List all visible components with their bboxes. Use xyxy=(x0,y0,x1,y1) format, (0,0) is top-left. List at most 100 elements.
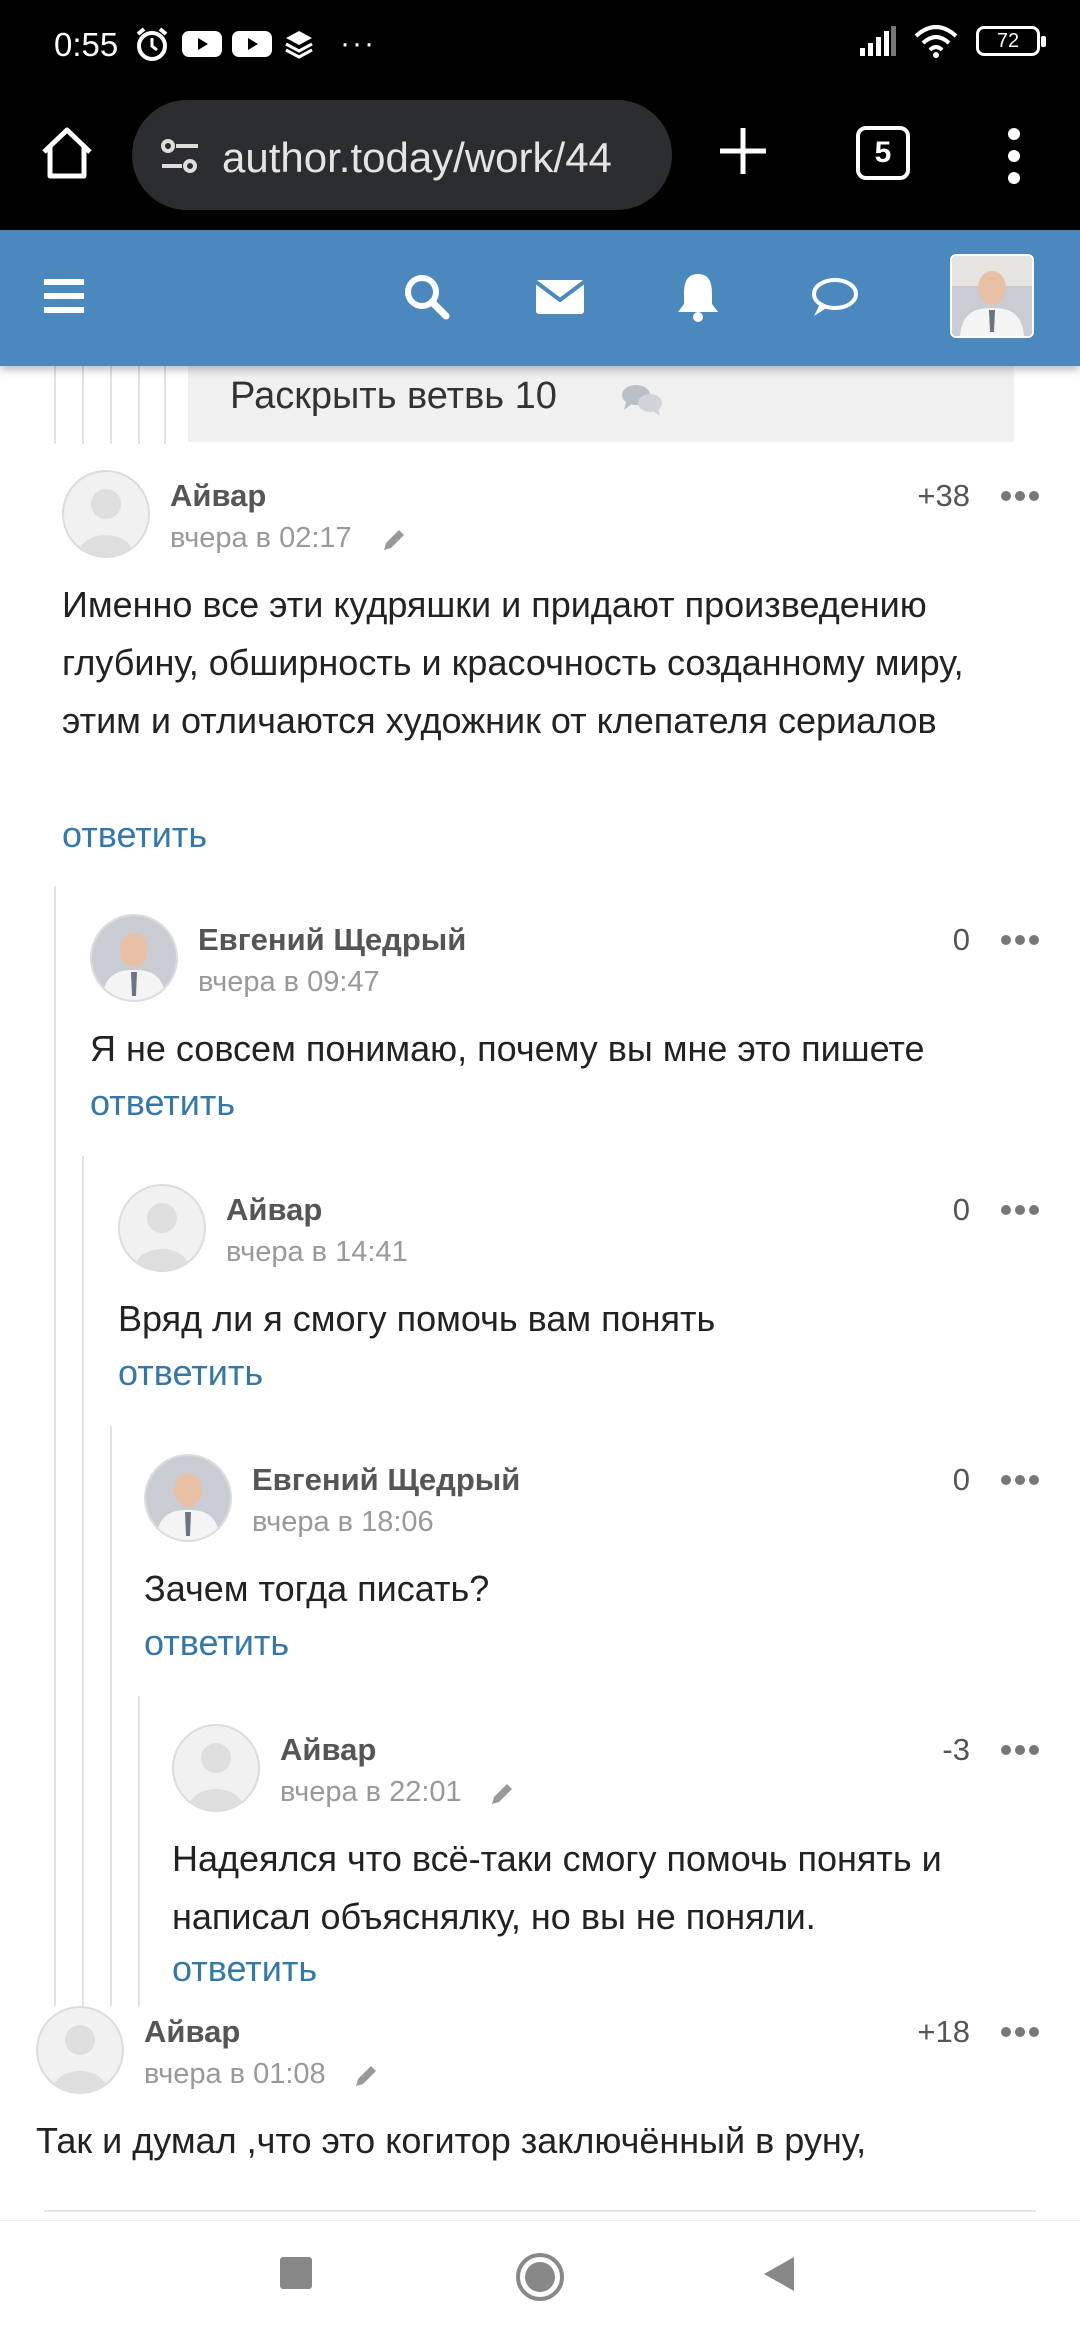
comment-rating: +38 xyxy=(917,478,970,513)
avatar-placeholder[interactable] xyxy=(62,470,150,558)
url-text[interactable]: author.today/work/44 xyxy=(222,134,612,182)
status-bar: 0:55 ··· 72 xyxy=(0,0,1080,90)
user-photo xyxy=(952,256,1032,336)
chat-bubble-icon[interactable] xyxy=(806,268,862,324)
more-options-icon[interactable] xyxy=(1000,934,1040,946)
comment: Айвар вчера в 02:17 +38 Именно все эти к… xyxy=(62,470,1040,855)
comment-date: вчера в 18:06 xyxy=(252,1506,434,1538)
thread-line xyxy=(82,366,84,444)
comment: Евгений Щедрый вчера в 18:06 0 Зачем тог… xyxy=(144,1454,1040,1663)
system-navigation-bar xyxy=(0,2220,1080,2341)
bottom-divider xyxy=(44,2210,1036,2212)
avatar[interactable] xyxy=(144,1454,232,1542)
default-avatar-icon xyxy=(78,489,134,556)
more-options-icon[interactable] xyxy=(1000,1744,1040,1756)
comment-text: Вряд ли я смогу помочь вам понять xyxy=(118,1298,716,1339)
avatar-placeholder[interactable] xyxy=(172,1724,260,1812)
more-options-icon[interactable] xyxy=(1000,1474,1040,1486)
thread-line xyxy=(54,366,56,444)
reply-link[interactable]: ответить xyxy=(144,1622,289,1664)
default-avatar-icon xyxy=(134,1203,190,1270)
comment-rating: +18 xyxy=(917,2014,970,2049)
comment-author[interactable]: Айвар xyxy=(226,1192,322,1228)
comment: Айвар вчера в 01:08 +18 Так и думал ,что… xyxy=(36,2006,1040,2216)
avatar[interactable] xyxy=(90,914,178,1002)
more-options-icon[interactable] xyxy=(1000,1204,1040,1216)
expand-branch-label: Раскрыть ветвь 10 xyxy=(230,375,557,417)
status-notification-icons: ··· xyxy=(132,24,376,64)
avatar-placeholder[interactable] xyxy=(118,1184,206,1272)
thread-line xyxy=(138,1696,140,2006)
comment-text: Надеялся что всё-таки смогу помочь понят… xyxy=(172,1838,942,1937)
reply-link[interactable]: ответить xyxy=(118,1352,263,1394)
comment: Евгений Щедрый вчера в 09:47 0 Я не совс… xyxy=(90,914,1040,1123)
more-options-icon[interactable] xyxy=(1000,2026,1040,2038)
reply-link[interactable]: ответить xyxy=(172,1948,317,1990)
expand-branch-button[interactable]: Раскрыть ветвь 10 xyxy=(188,366,1014,442)
home-button-icon[interactable] xyxy=(514,2251,566,2303)
user-photo xyxy=(92,916,176,1000)
comment-text: Именно все эти кудряшки и придают произв… xyxy=(62,584,964,741)
comment-rating: 0 xyxy=(952,1192,970,1227)
comment-date: вчера в 02:17 xyxy=(170,522,352,554)
recent-apps-icon[interactable] xyxy=(278,2255,314,2291)
reply-link[interactable]: ответить xyxy=(62,814,207,856)
thread-line xyxy=(164,366,166,444)
comment: Айвар вчера в 14:41 0 Вряд ли я смогу по… xyxy=(118,1184,1040,1393)
new-tab-icon[interactable] xyxy=(716,124,770,178)
overflow-menu-icon[interactable] xyxy=(1004,126,1024,186)
comment-rating: 0 xyxy=(952,922,970,957)
thread-line xyxy=(138,366,140,444)
user-avatar[interactable] xyxy=(950,254,1034,338)
edit-pencil-icon xyxy=(356,2066,376,2086)
thread-line xyxy=(110,1426,112,2006)
site-settings-icon[interactable] xyxy=(156,132,204,180)
youtube-icon xyxy=(232,31,272,57)
battery-icon: 72 xyxy=(976,26,1046,56)
hamburger-menu-icon[interactable] xyxy=(36,268,92,324)
more-options-icon[interactable] xyxy=(1000,490,1040,502)
address-bar[interactable]: author.today/work/44 xyxy=(132,100,672,210)
comment-text: Зачем тогда писать? xyxy=(144,1568,490,1609)
edit-pencil-icon xyxy=(384,530,404,550)
comment-text: Так и думал ,что это когитор заключённый… xyxy=(36,2120,867,2161)
comment: Айвар вчера в 22:01 -3 Надеялся что всё-… xyxy=(172,1724,1040,1989)
comment-rating: -3 xyxy=(942,1732,970,1767)
comments-icon xyxy=(622,385,662,416)
comment-author[interactable]: Айвар xyxy=(170,478,266,514)
mail-icon[interactable] xyxy=(532,268,588,324)
edit-pencil-icon xyxy=(492,1784,512,1804)
comment-author[interactable]: Евгений Щедрый xyxy=(198,922,466,958)
status-system-icons: 72 xyxy=(860,24,1046,58)
default-avatar-icon xyxy=(52,2025,108,2092)
signal-icon xyxy=(860,26,896,56)
comment-date: вчера в 14:41 xyxy=(226,1236,408,1268)
comment-author[interactable]: Айвар xyxy=(280,1732,376,1768)
reply-link[interactable]: ответить xyxy=(90,1082,235,1124)
search-icon[interactable] xyxy=(398,268,454,324)
site-header xyxy=(0,230,1080,366)
back-icon[interactable] xyxy=(762,2255,798,2293)
youtube-icon xyxy=(182,31,222,57)
comments-thread: Раскрыть ветвь 10 Айвар вчера в 02:17 +3… xyxy=(0,366,1080,2220)
tab-switcher-button[interactable]: 5 xyxy=(856,126,910,180)
home-icon[interactable] xyxy=(36,122,98,184)
status-time: 0:55 xyxy=(54,26,119,63)
thread-line xyxy=(110,366,112,444)
comment-date: вчера в 09:47 xyxy=(198,966,380,998)
browser-toolbar: author.today/work/44 5 xyxy=(0,90,1080,230)
thread-line xyxy=(54,886,56,2006)
wifi-icon xyxy=(914,25,958,58)
comment-text: Я не совсем понимаю, почему вы мне это п… xyxy=(90,1028,925,1069)
comment-rating: 0 xyxy=(952,1462,970,1497)
comment-date: вчера в 01:08 xyxy=(144,2058,326,2090)
notifications-bell-icon[interactable] xyxy=(670,268,726,324)
more-notifications-indicator: ··· xyxy=(340,27,376,60)
avatar-placeholder[interactable] xyxy=(36,2006,124,2094)
layers-icon xyxy=(285,31,313,59)
comment-author[interactable]: Айвар xyxy=(144,2014,240,2050)
comment-date: вчера в 22:01 xyxy=(280,1776,462,1808)
alarm-icon xyxy=(136,27,168,61)
thread-line xyxy=(82,1156,84,2006)
comment-author[interactable]: Евгений Щедрый xyxy=(252,1462,520,1498)
